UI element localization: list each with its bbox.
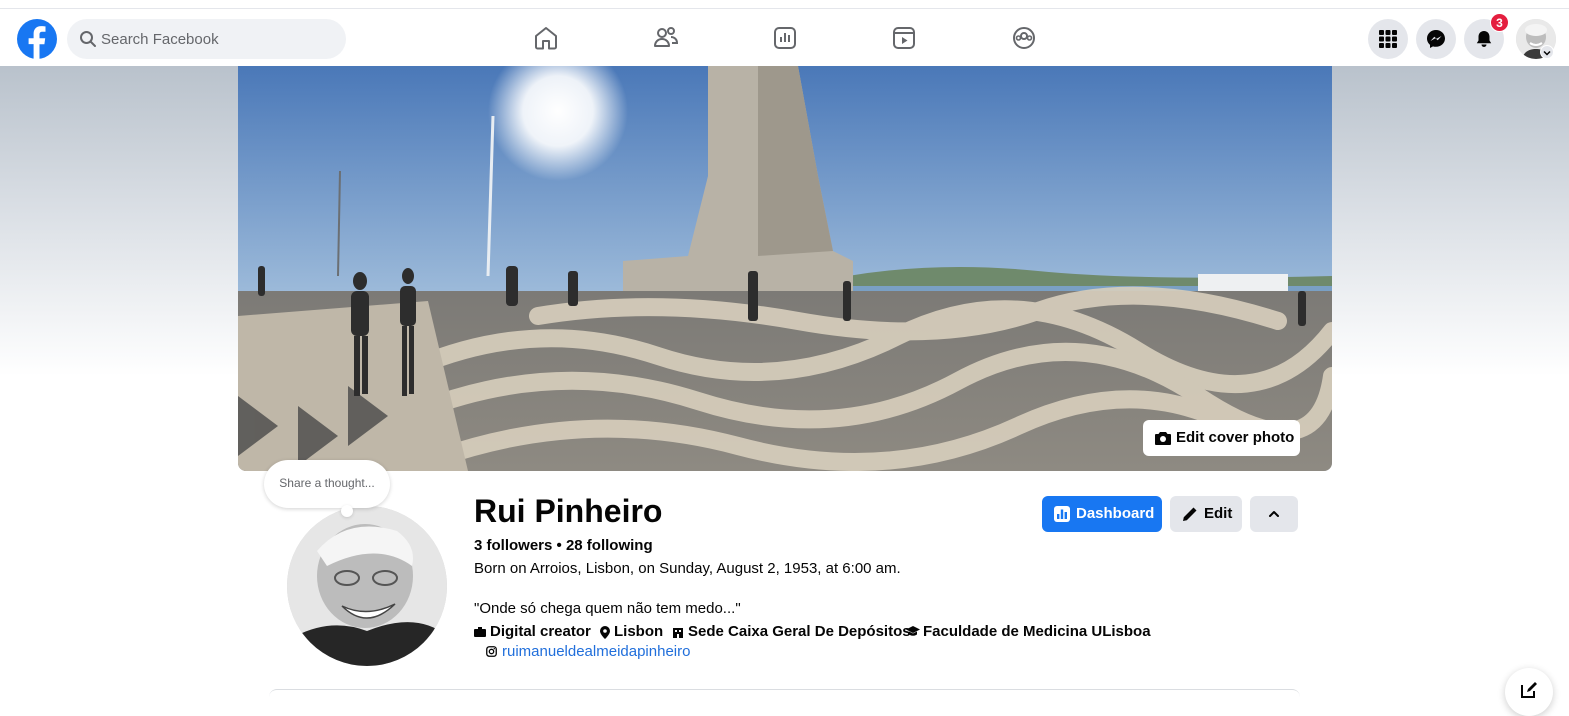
search-input[interactable] xyxy=(101,19,331,59)
groups-icon[interactable] xyxy=(1010,24,1038,52)
bell-icon xyxy=(1476,31,1492,47)
compose-icon xyxy=(1521,682,1537,698)
instagram-link[interactable]: ruimanueldealmeidapinheiro xyxy=(502,643,690,660)
top-navigation-bar: 3 xyxy=(0,8,1569,66)
messenger-button[interactable] xyxy=(1416,19,1456,59)
chevron-up-icon xyxy=(1269,511,1279,517)
search-box[interactable] xyxy=(67,19,346,59)
follow-stats[interactable]: 3 followers • 28 following xyxy=(474,537,653,554)
share-thought-placeholder: Share a thought... xyxy=(279,476,375,490)
profile-picture[interactable] xyxy=(287,506,447,666)
facebook-logo-icon[interactable] xyxy=(17,19,57,59)
briefcase-icon xyxy=(474,627,486,637)
bar-chart-icon xyxy=(1054,506,1070,522)
location-pin-icon xyxy=(600,626,610,639)
bio-born: Born on Arroios, Lisbon, on Sunday, Augu… xyxy=(474,560,901,577)
edit-profile-button-label: Edit xyxy=(1204,505,1233,522)
graduation-cap-icon xyxy=(906,626,920,636)
edit-cover-photo-button[interactable]: Edit cover photo xyxy=(1143,420,1300,456)
grid-menu-icon xyxy=(1379,30,1397,48)
dashboard-button-label: Dashboard xyxy=(1076,505,1155,522)
building-icon xyxy=(673,628,683,638)
collapse-button[interactable] xyxy=(1250,496,1298,532)
home-icon[interactable] xyxy=(532,24,560,52)
thought-bubble-tail xyxy=(341,505,353,517)
account-menu-chevron-icon[interactable] xyxy=(1540,45,1554,59)
search-icon xyxy=(80,31,96,47)
dashboard-button[interactable]: Dashboard xyxy=(1042,496,1162,532)
edit-profile-button[interactable]: Edit xyxy=(1170,496,1242,532)
content-card-top-edge xyxy=(269,689,1300,699)
dashboard-icon[interactable] xyxy=(771,24,799,52)
menu-button[interactable] xyxy=(1368,19,1408,59)
cover-photo[interactable] xyxy=(238,66,1332,471)
edit-cover-photo-label: Edit cover photo xyxy=(1176,429,1295,446)
messenger-icon xyxy=(1427,30,1445,48)
friends-icon[interactable] xyxy=(652,24,680,52)
notification-count-badge: 3 xyxy=(1490,13,1509,32)
video-icon[interactable] xyxy=(890,24,918,52)
camera-icon xyxy=(1155,432,1171,445)
profile-name: Rui Pinheiro xyxy=(474,493,663,529)
new-message-button[interactable] xyxy=(1505,668,1553,716)
instagram-icon xyxy=(486,646,497,657)
bio-quote: "Onde só chega quem não tem medo..." xyxy=(474,600,741,617)
pencil-icon xyxy=(1183,507,1197,521)
share-thought-bubble[interactable]: Share a thought... xyxy=(264,460,390,508)
